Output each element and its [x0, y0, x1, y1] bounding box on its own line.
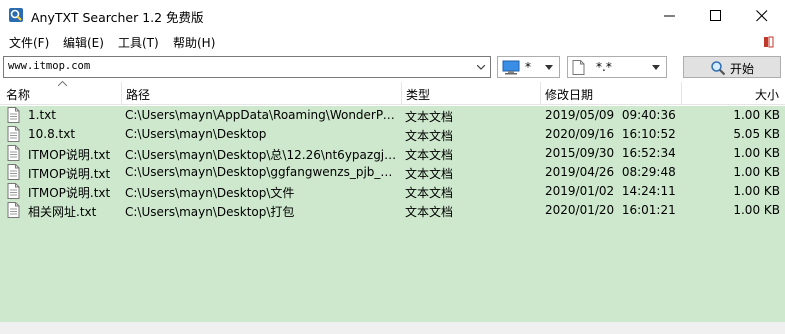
table-row[interactable]: 10.8.txt C:\Users\mayn\Desktop 文本文档 2020… [0, 125, 785, 144]
column-label-name: 名称 [6, 88, 31, 102]
file-type: 文本文档 [405, 205, 454, 219]
file-name: ITMOP说明.txt [28, 186, 111, 200]
file-modified-date: 2020/09/16 16:10:52 [545, 127, 677, 141]
file-size: 5.05 KB [733, 127, 780, 141]
modified-date: 2019/05/09 [545, 108, 615, 122]
chevron-down-icon [477, 65, 485, 70]
drive-select[interactable]: * [497, 56, 560, 78]
file-type-value: *.* [596, 60, 612, 74]
start-label: 开始 [730, 62, 755, 76]
file-size: 1.00 KB [733, 184, 780, 198]
modified-time: 14:24:11 [621, 184, 676, 198]
blank-file-icon [572, 60, 585, 75]
file-modified-date: 2019/04/26 08:29:48 [545, 165, 677, 179]
column-header-size[interactable]: 大小 [682, 82, 785, 105]
file-modified-date: 2019/01/02 14:24:11 [545, 184, 677, 198]
file-path: C:\Users\mayn\Desktop\总\12.26\nt6ypazgj_… [125, 148, 399, 162]
search-icon [711, 61, 726, 76]
file-path: C:\Users\mayn\AppData\Roaming\WonderPe..… [125, 108, 399, 122]
drive-value: * [525, 60, 531, 74]
maximize-button[interactable] [693, 0, 739, 31]
sort-ascending-icon [58, 81, 67, 86]
file-modified-date: 2015/09/30 16:52:34 [545, 146, 677, 160]
modified-time: 16:01:21 [621, 203, 676, 217]
search-input[interactable]: www.itmop.com [3, 56, 491, 78]
search-value: www.itmop.com [8, 60, 91, 72]
file-name: ITMOP说明.txt [28, 167, 111, 181]
modified-date: 2019/01/02 [545, 184, 615, 198]
menu-edit[interactable]: 编辑(E) [63, 34, 104, 51]
modified-time: 16:52:34 [621, 146, 676, 160]
modified-time: 09:40:36 [621, 108, 676, 122]
text-file-icon [7, 107, 20, 123]
modified-date: 2020/01/20 [545, 203, 615, 217]
menu-bar: 文件(F) 编辑(E) 工具(T) 帮助(H) [0, 31, 785, 53]
search-history-dropdown[interactable] [472, 57, 490, 77]
file-name: 10.8.txt [28, 127, 76, 141]
file-path: C:\Users\mayn\Desktop\文件 [125, 186, 295, 200]
text-file-icon [7, 202, 20, 218]
modified-date: 2015/09/30 [545, 146, 615, 160]
dropdown-arrow-icon [545, 65, 553, 70]
modified-time: 16:10:52 [621, 127, 676, 141]
column-header-date[interactable]: 修改日期 [541, 82, 682, 105]
maximize-icon [710, 10, 721, 21]
file-name: 1.txt [28, 108, 56, 122]
file-type-select[interactable]: *.* [567, 56, 667, 78]
file-type: 文本文档 [405, 110, 454, 124]
modified-date: 2019/04/26 [545, 165, 615, 179]
file-path: C:\Users\mayn\Desktop\打包 [125, 205, 295, 219]
text-file-icon [7, 164, 20, 180]
modified-time: 08:29:48 [621, 165, 676, 179]
text-file-icon [7, 183, 20, 199]
column-label-size: 大小 [754, 88, 779, 102]
start-search-button[interactable]: 开始 [683, 56, 781, 78]
column-label-date: 修改日期 [545, 88, 594, 102]
file-type: 文本文档 [405, 148, 454, 162]
window-title: AnyTXT Searcher 1.2 免费版 [31, 10, 204, 25]
text-file-icon [7, 126, 20, 142]
file-size: 1.00 KB [733, 165, 780, 179]
modified-date: 2020/09/16 [545, 127, 615, 141]
table-row[interactable]: ITMOP说明.txt C:\Users\mayn\Desktop\总\12.2… [0, 144, 785, 163]
file-size: 1.00 KB [733, 203, 780, 217]
minimize-button[interactable] [647, 0, 693, 31]
menu-file[interactable]: 文件(F) [9, 34, 49, 51]
file-type: 文本文档 [405, 129, 454, 143]
column-header-type[interactable]: 类型 [402, 82, 541, 105]
close-icon [756, 10, 768, 22]
column-header-name[interactable]: 名称 [0, 81, 122, 105]
file-name: ITMOP说明.txt [28, 148, 111, 162]
title-bar: AnyTXT Searcher 1.2 免费版 [0, 0, 785, 31]
column-label-path: 路径 [126, 88, 151, 102]
results-list[interactable]: 1.txt C:\Users\mayn\AppData\Roaming\Wond… [0, 106, 785, 322]
column-header-path[interactable]: 路径 [122, 82, 402, 105]
table-row[interactable]: ITMOP说明.txt C:\Users\mayn\Desktop\文件 文本文… [0, 182, 785, 201]
table-row[interactable]: 相关网址.txt C:\Users\mayn\Desktop\打包 文本文档 2… [0, 201, 785, 220]
status-bar [0, 322, 785, 334]
close-button[interactable] [739, 0, 785, 31]
minimize-icon [664, 15, 675, 17]
file-name: 相关网址.txt [28, 205, 97, 219]
column-label-type: 类型 [406, 88, 431, 102]
text-file-icon [7, 145, 20, 161]
file-modified-date: 2019/05/09 09:40:36 [545, 108, 677, 122]
table-row[interactable]: ITMOP说明.txt C:\Users\mayn\Desktop\ggfang… [0, 163, 785, 182]
table-row[interactable]: 1.txt C:\Users\mayn\AppData\Roaming\Wond… [0, 106, 785, 125]
dropdown-arrow-icon [652, 65, 660, 70]
app-magnifier-icon [9, 8, 23, 22]
menu-help[interactable]: 帮助(H) [173, 34, 215, 51]
file-path: C:\Users\mayn\Desktop [125, 127, 267, 141]
file-type: 文本文档 [405, 186, 454, 200]
file-size: 1.00 KB [733, 146, 780, 160]
file-modified-date: 2020/01/20 16:01:21 [545, 203, 677, 217]
file-type: 文本文档 [405, 167, 454, 181]
menu-tools[interactable]: 工具(T) [118, 34, 159, 51]
file-path: C:\Users\mayn\Desktop\ggfangwenzs_pjb_v2… [125, 165, 399, 179]
computer-icon [502, 60, 520, 75]
results-header: 名称 路径 类型 修改日期 大小 [0, 81, 785, 105]
file-size: 1.00 KB [733, 108, 780, 122]
book-icon[interactable] [763, 36, 775, 48]
